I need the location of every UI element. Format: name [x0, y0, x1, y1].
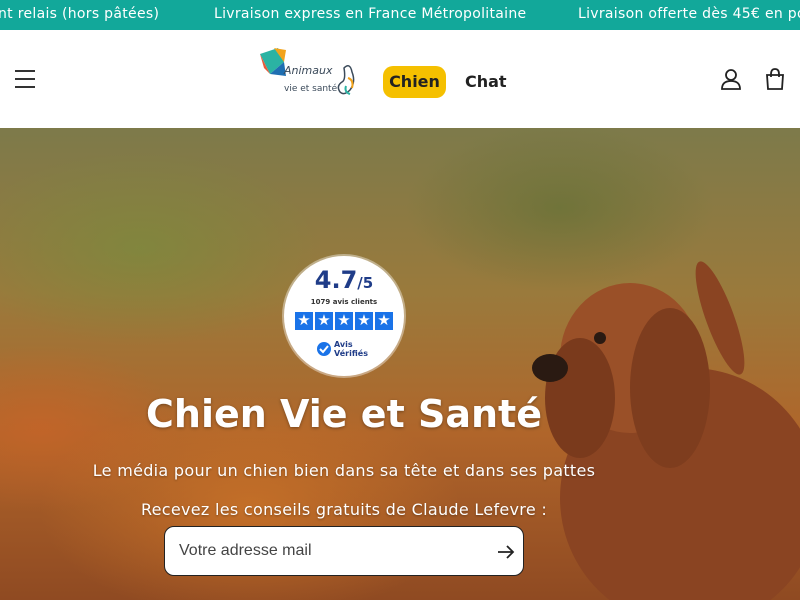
logo-text: Animaux [284, 64, 333, 77]
rating-score: 4.7/5 [314, 266, 374, 294]
hero-banner: 4.7/5 1079 avis clients Avis Vérifiés Ch… [0, 128, 800, 600]
nav-item-chat[interactable]: Chat [465, 66, 507, 98]
hero-title: Chien Vie et Santé [146, 392, 542, 436]
logo-mark [260, 48, 355, 95]
newsletter-prompt: Recevez les conseils gratuits de Claude … [140, 500, 548, 519]
announcement-item: nt relais (hors pâtées) [0, 6, 160, 22]
announcement-item: Livraison express en France Métropolitai… [214, 6, 527, 22]
announcement-item: Livraison offerte dès 45€ en po [578, 6, 800, 22]
rating-count: 1079 avis clients [310, 298, 378, 306]
announcement-bar: nt relais (hors pâtées) Livraison expres… [0, 0, 800, 30]
arrow-right-icon[interactable] [495, 541, 517, 563]
account-icon[interactable] [720, 68, 742, 90]
avis-verifies-logo: Avis Vérifiés [316, 340, 376, 362]
nav-item-chien[interactable]: Chien [383, 66, 446, 98]
email-input[interactable] [179, 527, 479, 575]
rating-badge[interactable]: 4.7/5 1079 avis clients Avis Vérifiés [284, 256, 404, 376]
logo-tagline: vie et santé [284, 84, 338, 94]
star-icon [375, 311, 393, 330]
newsletter-form [164, 526, 524, 576]
star-icon [315, 311, 333, 330]
cart-icon[interactable] [764, 68, 786, 90]
site-header: Animaux vie et santé Chien Chat [0, 30, 800, 128]
star-icon [295, 311, 313, 330]
star-icon [335, 311, 353, 330]
hero-subtitle: Le média pour un chien bien dans sa tête… [92, 461, 596, 480]
rating-stars [295, 311, 393, 332]
check-icon [317, 342, 331, 356]
site-logo[interactable]: Animaux vie et santé [256, 46, 368, 108]
menu-icon[interactable] [15, 70, 35, 88]
star-icon [355, 311, 373, 330]
